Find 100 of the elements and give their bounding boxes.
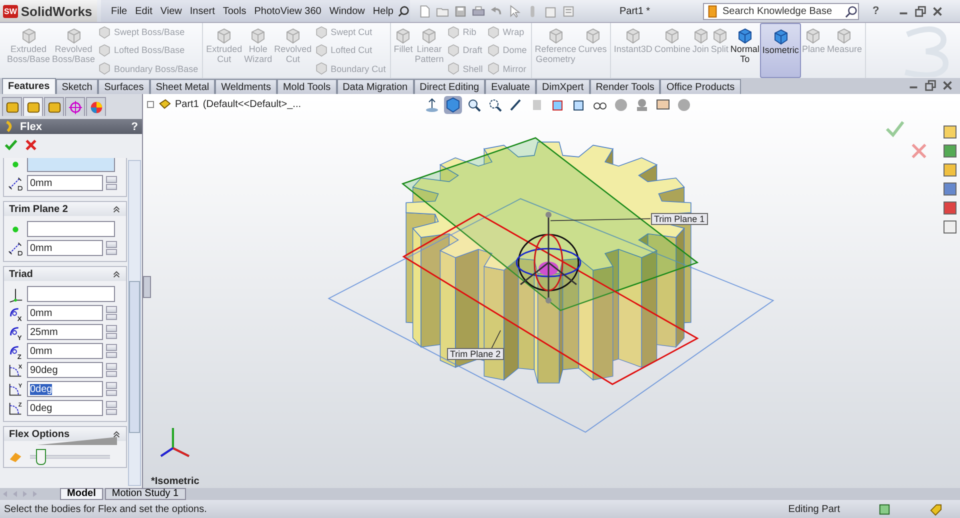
spin-button[interactable] <box>106 382 117 396</box>
close-icon[interactable] <box>941 79 954 92</box>
selection-box[interactable] <box>27 221 115 237</box>
expand-button[interactable] <box>147 101 154 108</box>
options-icon[interactable] <box>562 4 576 18</box>
base-plane[interactable] <box>328 198 774 433</box>
help-icon[interactable] <box>878 502 891 516</box>
help-button[interactable]: ? <box>866 4 886 18</box>
panel-tab[interactable] <box>23 97 43 116</box>
tab[interactable]: Render Tools <box>590 79 660 94</box>
selection-box[interactable] <box>27 286 115 302</box>
selection-box[interactable] <box>27 158 115 172</box>
cube-icon[interactable] <box>444 96 462 114</box>
tag-icon[interactable] <box>929 502 942 516</box>
menu-item[interactable]: Insert <box>186 6 219 16</box>
number-field[interactable]: 0mm <box>27 175 103 191</box>
checkmark-icon[interactable] <box>885 119 905 139</box>
new-document-icon[interactable] <box>418 4 432 18</box>
tab[interactable]: Surfaces <box>98 79 150 94</box>
number-field[interactable]: 90deg <box>27 362 103 378</box>
tab[interactable]: Direct Editing <box>414 79 486 94</box>
tab[interactable]: Sketch <box>56 79 98 94</box>
cube-icon <box>736 28 753 44</box>
spin-button[interactable] <box>106 306 117 320</box>
arrow-up-icon[interactable] <box>423 96 441 114</box>
cube-icon <box>395 28 412 44</box>
configuration-name[interactable]: (Default<<Default>_... <box>202 99 302 110</box>
field-value: 0mm <box>30 178 52 188</box>
collapse-icon[interactable] <box>112 270 121 278</box>
cube-icon <box>712 28 728 44</box>
field-value: 0mm <box>30 346 52 356</box>
number-field[interactable]: 0mm <box>27 240 103 256</box>
menu-item[interactable]: View <box>156 6 186 16</box>
number-field[interactable]: 25mm <box>27 324 103 340</box>
spin-button[interactable] <box>106 363 117 377</box>
spin-button[interactable] <box>106 325 117 339</box>
tab[interactable]: Data Migration <box>336 79 414 94</box>
tab[interactable]: Model <box>60 488 103 500</box>
cancel-icon[interactable] <box>24 138 38 152</box>
tab[interactable]: Motion Study 1 <box>104 488 186 500</box>
trim-plane[interactable] <box>402 212 699 386</box>
menu-item[interactable]: Tools <box>218 6 250 16</box>
spin-button[interactable] <box>106 401 117 415</box>
help-button[interactable]: ? <box>131 120 138 132</box>
section-header[interactable]: Triad <box>4 267 126 281</box>
search-icon[interactable] <box>845 4 858 18</box>
triad-drawing[interactable] <box>516 212 582 304</box>
menu-item[interactable]: Edit <box>131 6 156 16</box>
save-icon[interactable] <box>454 4 468 18</box>
checkmark-icon[interactable] <box>4 138 18 152</box>
cube-icon <box>692 28 709 44</box>
field-value: 0deg <box>30 402 52 414</box>
scrollbar[interactable] <box>128 160 141 486</box>
part-name[interactable]: Part1 <box>175 99 199 110</box>
field-value: 0mm <box>30 242 52 254</box>
number-field[interactable]: 0deg <box>27 381 103 397</box>
part-icon <box>158 98 171 111</box>
cube-icon <box>66 28 82 44</box>
search-field[interactable]: Search Knowledge Base <box>703 2 860 20</box>
panel-tab[interactable] <box>86 97 106 116</box>
tab[interactable]: DimXpert <box>536 79 590 94</box>
tool-button[interactable]: Normal To <box>729 23 760 78</box>
cursor-icon[interactable] <box>508 4 522 18</box>
number-field[interactable]: 0mm <box>27 305 103 321</box>
number-field[interactable]: 0mm <box>27 343 103 359</box>
panel-tab[interactable] <box>65 97 85 116</box>
field-value: 0deg <box>30 384 52 394</box>
section-header[interactable]: Trim Plane 2 <box>4 202 126 216</box>
panel-collapse-handle[interactable] <box>143 276 151 298</box>
tab[interactable]: Sheet Metal <box>150 79 216 94</box>
status-message: Select the bodies for Flex and set the options. <box>4 504 208 514</box>
restore-icon[interactable] <box>914 4 928 18</box>
tab[interactable]: Evaluate <box>485 79 536 94</box>
tool-button[interactable]: Isometric <box>760 23 801 78</box>
panel-tab[interactable] <box>44 97 64 116</box>
configuration-icon <box>46 100 62 114</box>
spin-button[interactable] <box>106 344 117 358</box>
tab[interactable]: Mold Tools <box>276 79 337 94</box>
cube-icon <box>805 28 822 44</box>
section-header[interactable]: Flex Options <box>4 427 126 441</box>
number-field[interactable]: 0deg <box>27 400 103 416</box>
panel-tab[interactable] <box>2 97 22 116</box>
spin-button[interactable] <box>106 176 117 190</box>
spin-button[interactable] <box>106 241 117 255</box>
slider-thumb[interactable] <box>36 448 46 464</box>
collapse-icon[interactable] <box>112 430 121 438</box>
menu-item[interactable]: Help <box>368 6 398 16</box>
printer-icon[interactable] <box>472 4 486 18</box>
tab[interactable]: Weldments <box>215 79 277 94</box>
app-name: SolidWorks <box>20 4 92 18</box>
menu-item[interactable]: Window <box>325 6 369 16</box>
restore-icon[interactable] <box>924 79 937 92</box>
collapse-icon[interactable] <box>112 204 121 214</box>
cube-icon <box>625 28 642 44</box>
undo-icon[interactable] <box>490 4 504 18</box>
menu-item[interactable]: File <box>107 6 132 16</box>
tab[interactable]: Office Products <box>660 79 741 94</box>
menu-item[interactable]: PhotoView 360 <box>250 6 326 16</box>
tab[interactable]: Features <box>2 78 56 94</box>
close-icon[interactable] <box>931 4 944 18</box>
